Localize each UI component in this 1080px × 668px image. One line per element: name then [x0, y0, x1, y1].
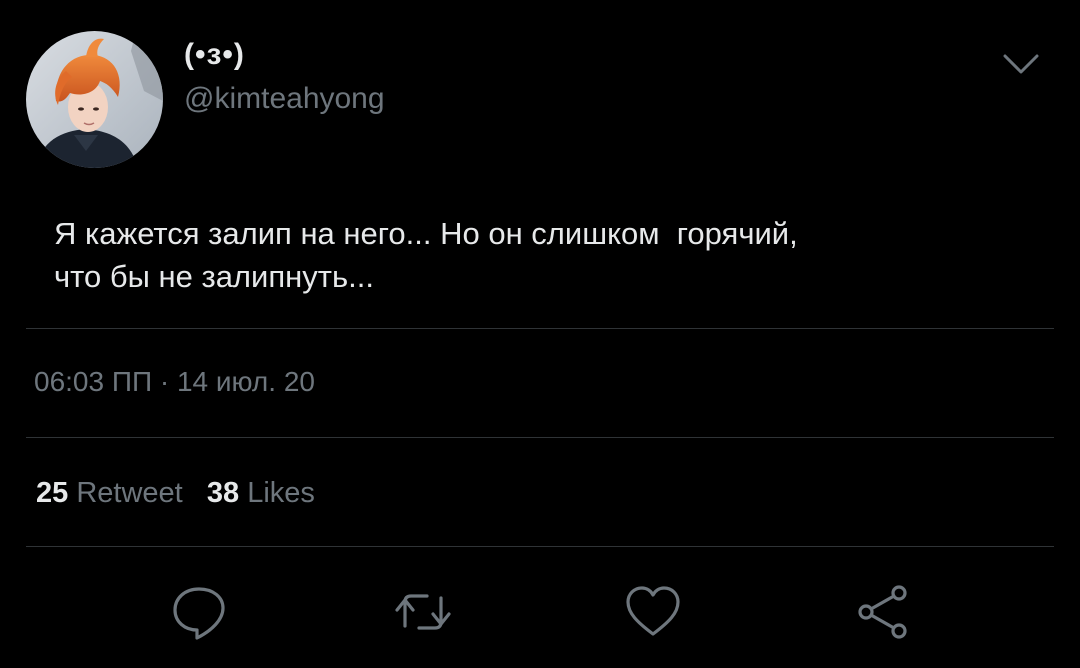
retweet-icon	[395, 594, 451, 630]
user-handle[interactable]: @kimteahyong	[184, 82, 385, 116]
like-button[interactable]	[623, 582, 683, 642]
retweets-stat[interactable]: 25 Retweet	[36, 477, 191, 509]
tweet-timestamp[interactable]: 06:03 ПП · 14 июл. 20	[34, 366, 315, 398]
avatar[interactable]	[26, 31, 163, 168]
divider	[26, 437, 1054, 438]
divider	[26, 546, 1054, 547]
tweet-text: Я кажется залип на него... Но он слишком…	[54, 216, 798, 294]
likes-label: Likes	[247, 477, 315, 509]
reply-button[interactable]	[169, 582, 229, 642]
retweet-button[interactable]	[393, 582, 453, 642]
avatar-image	[26, 31, 163, 168]
tweet-stats: 25 Retweet 38 Likes	[36, 477, 315, 510]
share-button[interactable]	[853, 582, 913, 642]
reply-icon	[173, 587, 225, 640]
retweets-count: 25	[36, 477, 69, 509]
heart-icon	[626, 586, 680, 636]
retweets-label: Retweet	[76, 477, 183, 509]
likes-stat[interactable]: 38 Likes	[207, 477, 315, 509]
display-name[interactable]: (•з•)	[184, 38, 245, 72]
divider	[26, 328, 1054, 329]
chevron-down-icon[interactable]	[1001, 50, 1041, 78]
likes-count: 38	[206, 477, 240, 509]
share-icon	[858, 585, 907, 639]
